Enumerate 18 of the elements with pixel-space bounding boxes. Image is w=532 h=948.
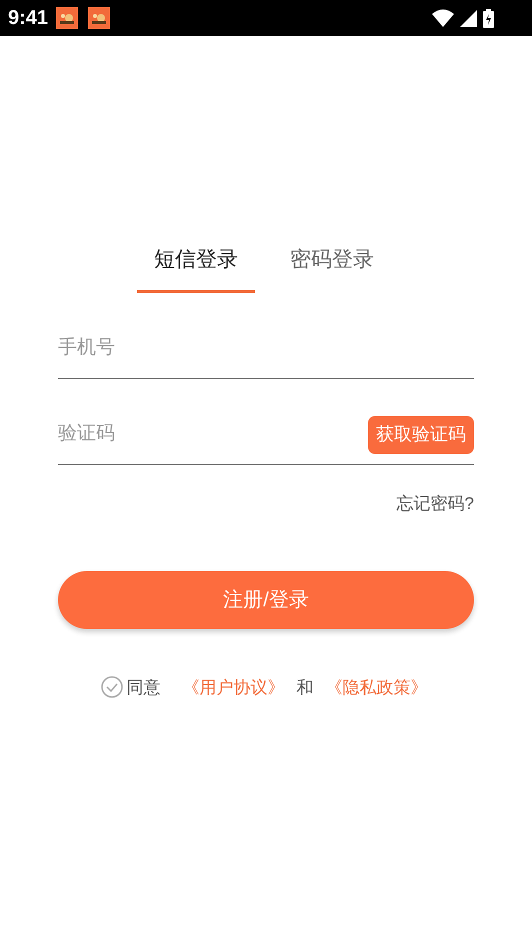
wifi-icon: [432, 9, 454, 27]
and-label: 和: [296, 676, 314, 698]
register-login-button[interactable]: 注册/登录: [58, 570, 474, 628]
login-tab[interactable]: 短信登录: [137, 241, 255, 293]
forgot-password-link[interactable]: 忘记密码?: [396, 491, 474, 516]
agree-label: 同意: [126, 676, 160, 698]
code-field[interactable]: 验证码: [58, 420, 368, 449]
battery-icon: [483, 8, 494, 28]
signal-icon: [460, 10, 477, 26]
app-notification-icon: [88, 7, 110, 29]
status-time: 9:41: [8, 6, 48, 31]
privacy-policy-link[interactable]: 《隐私政策》: [326, 674, 428, 700]
login-tab[interactable]: 密码登录: [273, 241, 391, 293]
phone-field[interactable]: 手机号: [58, 334, 474, 365]
app-notification-icon: [56, 7, 78, 29]
agree-checkbox[interactable]: [100, 676, 122, 698]
get-code-button[interactable]: 获取验证码: [368, 416, 474, 454]
user-agreement-link[interactable]: 《用户协议》: [182, 674, 284, 700]
